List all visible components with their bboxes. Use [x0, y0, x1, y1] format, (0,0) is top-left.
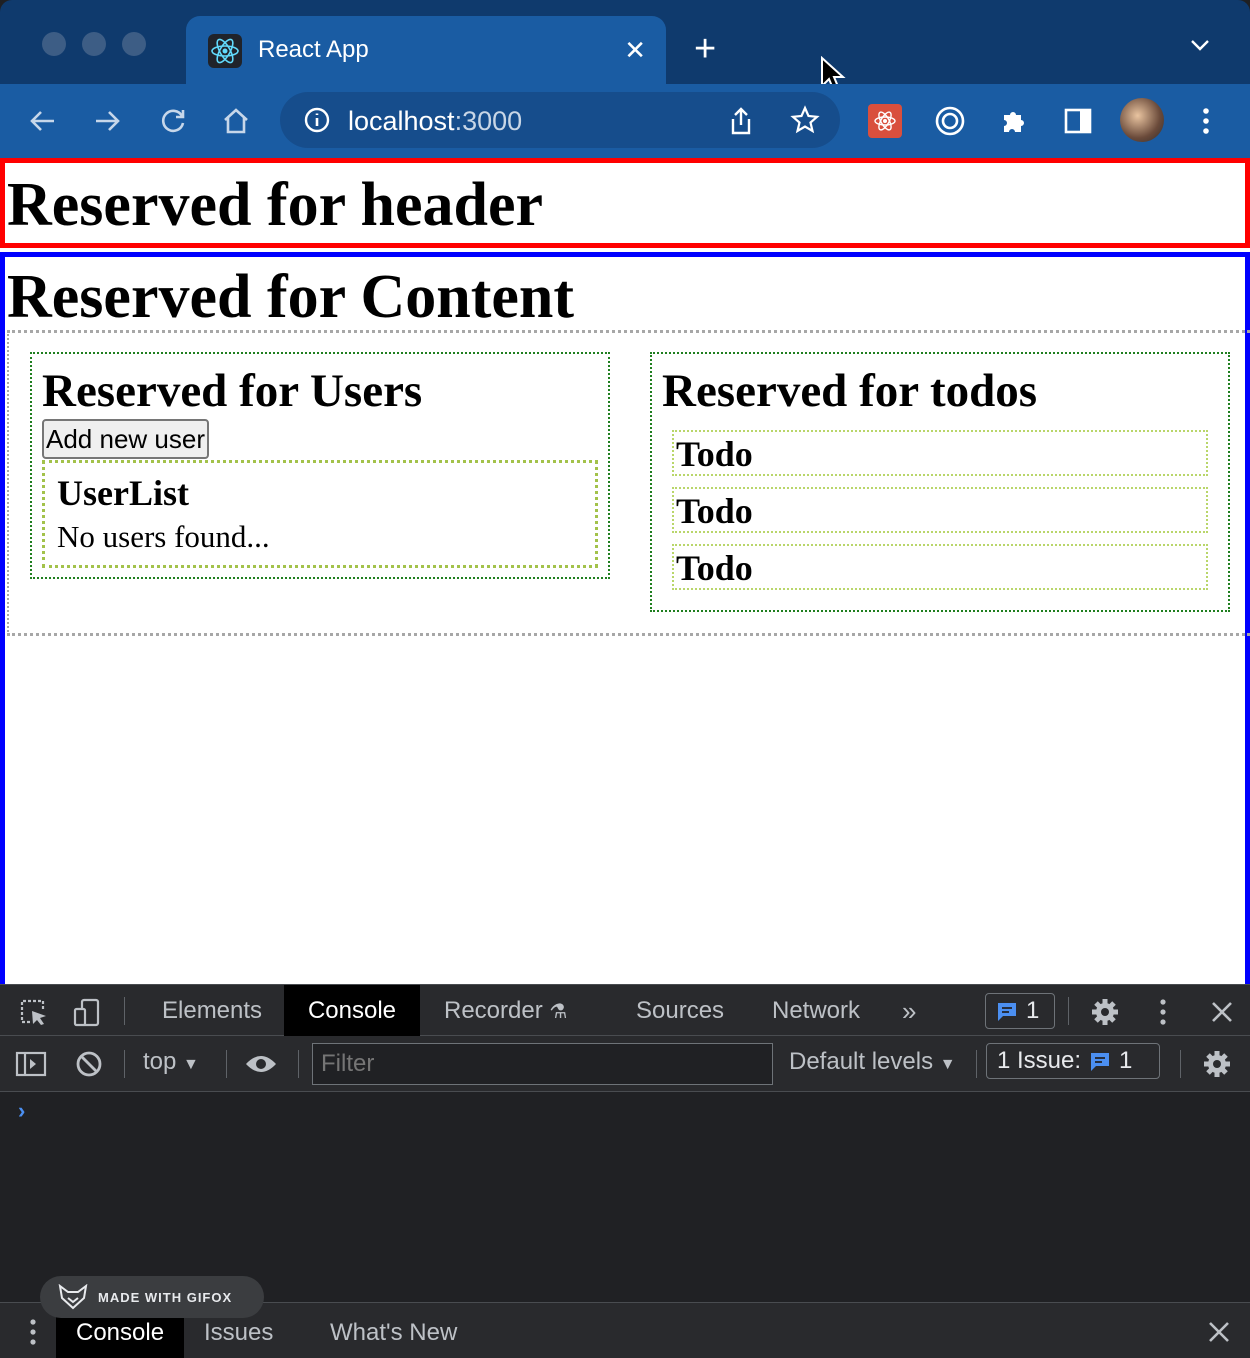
extensions-puzzle-icon[interactable]: [997, 104, 1031, 138]
react-logo-icon: [208, 34, 242, 68]
target-extension-icon[interactable]: [933, 104, 967, 138]
drawer-tab-whats-new[interactable]: What's New: [310, 1311, 477, 1358]
close-devtools-icon[interactable]: [1205, 995, 1239, 1029]
console-prompt-icon[interactable]: ›: [18, 1098, 25, 1124]
tab-title: React App: [258, 36, 369, 63]
log-levels-dropdown[interactable]: Default levels ▼: [789, 1048, 956, 1076]
fox-logo-icon: [58, 1284, 88, 1310]
header-region: Reserved for header: [0, 158, 1250, 248]
clear-console-icon[interactable]: [72, 1047, 106, 1081]
tab-recorder[interactable]: Recorder ⚗: [422, 985, 589, 1036]
todo-label: Todo: [676, 491, 753, 531]
users-title: Reserved for Users: [42, 365, 423, 417]
gifox-watermark: MADE WITH GIFOX: [40, 1276, 264, 1318]
user-list: UserList No users found...: [42, 460, 598, 568]
users-panel: Reserved for Users Add new user UserList…: [30, 352, 610, 579]
flask-icon: ⚗: [549, 1001, 568, 1023]
context-selector[interactable]: top ▼: [143, 1048, 199, 1076]
devtools-menu-icon[interactable]: [1146, 995, 1180, 1029]
window-minimize-dot[interactable]: [82, 32, 106, 56]
browser-menu-icon[interactable]: [1189, 104, 1223, 138]
separator: [976, 1050, 977, 1078]
console-filter-input[interactable]: [312, 1043, 773, 1085]
tab-elements[interactable]: Elements: [140, 985, 284, 1036]
drawer-menu-icon[interactable]: [16, 1315, 50, 1349]
close-drawer-icon[interactable]: [1202, 1315, 1236, 1349]
page-viewport: Reserved for header Reserved for Content…: [0, 158, 1250, 992]
browser-tab-active[interactable]: React App ✕: [186, 16, 666, 84]
todos-title: Reserved for todos: [662, 365, 1038, 417]
side-panel-icon[interactable]: [1061, 104, 1095, 138]
messages-badge[interactable]: 1: [985, 993, 1055, 1029]
todo-item: Todo: [672, 544, 1208, 590]
back-icon[interactable]: [26, 104, 60, 138]
share-icon[interactable]: [724, 104, 758, 138]
devtools-tab-bar: Elements Console Recorder ⚗ Sources Netw…: [0, 984, 1250, 1036]
site-info-icon[interactable]: [300, 103, 334, 137]
window-close-dot[interactable]: [42, 32, 66, 56]
devtools-panel: Elements Console Recorder ⚗ Sources Netw…: [0, 984, 1250, 1358]
live-expression-eye-icon[interactable]: [244, 1047, 278, 1081]
more-tabs-icon[interactable]: »: [880, 985, 938, 1036]
settings-gear-icon[interactable]: [1088, 995, 1122, 1029]
watermark-text: MADE WITH GIFOX: [98, 1289, 233, 1305]
separator: [1180, 1050, 1181, 1078]
url-text: localhost:3000: [348, 106, 523, 136]
browser-toolbar: localhost:3000: [0, 84, 1250, 158]
home-icon[interactable]: [219, 104, 253, 138]
content-region: Reserved for Content Reserved for Users …: [0, 252, 1250, 992]
profile-avatar[interactable]: [1120, 98, 1164, 142]
todo-label: Todo: [676, 434, 753, 474]
add-new-user-button[interactable]: Add new user: [42, 419, 209, 459]
address-bar[interactable]: localhost:3000: [280, 92, 840, 148]
separator: [1068, 997, 1069, 1025]
todos-panel: Reserved for todos Todo Todo Todo: [650, 352, 1230, 612]
dropdown-caret-icon: ▼: [183, 1056, 199, 1073]
todo-item: Todo: [672, 430, 1208, 476]
browser-tab-strip: React App ✕ +: [0, 0, 1250, 93]
userlist-title: UserList: [57, 473, 189, 513]
tab-console[interactable]: Console: [284, 985, 420, 1036]
forward-icon[interactable]: [90, 104, 124, 138]
separator: [226, 1050, 227, 1078]
tab-close-icon[interactable]: ✕: [624, 36, 646, 64]
separator: [298, 1050, 299, 1078]
inspect-element-icon[interactable]: [16, 995, 50, 1029]
console-settings-gear-icon[interactable]: [1200, 1047, 1234, 1081]
new-tab-icon[interactable]: +: [694, 30, 716, 68]
show-sidebar-icon[interactable]: [14, 1047, 48, 1081]
dropdown-caret-icon: ▼: [939, 1056, 956, 1073]
drawer-tab-console[interactable]: Console: [56, 1311, 185, 1358]
issues-count: 1: [1119, 1047, 1133, 1074]
messages-count: 1: [1026, 997, 1040, 1024]
react-devtools-extension-icon[interactable]: [868, 104, 902, 138]
message-icon: [998, 1003, 1016, 1021]
separator: [124, 1050, 125, 1078]
bookmark-star-icon[interactable]: [788, 103, 822, 137]
issues-label: 1 Issue:: [997, 1047, 1082, 1074]
header-title: Reserved for header: [7, 171, 544, 239]
empty-users-message: No users found...: [57, 519, 270, 554]
content-split-container: Reserved for Users Add new user UserList…: [7, 330, 1250, 636]
tab-network[interactable]: Network: [750, 985, 882, 1036]
tab-search-chevron-icon[interactable]: [1190, 38, 1210, 57]
device-toolbar-icon[interactable]: [70, 995, 104, 1029]
tab-sources[interactable]: Sources: [614, 985, 746, 1036]
issues-badge[interactable]: 1 Issue: 1: [986, 1043, 1160, 1079]
console-toolbar: top ▼ Default levels ▼ 1 Issue: 1: [0, 1036, 1250, 1092]
reload-icon[interactable]: [156, 104, 190, 138]
issue-message-icon: [1091, 1053, 1110, 1071]
content-title: Reserved for Content: [7, 263, 575, 331]
todo-label: Todo: [676, 548, 753, 588]
window-zoom-dot[interactable]: [122, 32, 146, 56]
separator: [124, 997, 125, 1025]
todo-item: Todo: [672, 487, 1208, 533]
drawer-tab-issues[interactable]: Issues: [184, 1311, 293, 1358]
